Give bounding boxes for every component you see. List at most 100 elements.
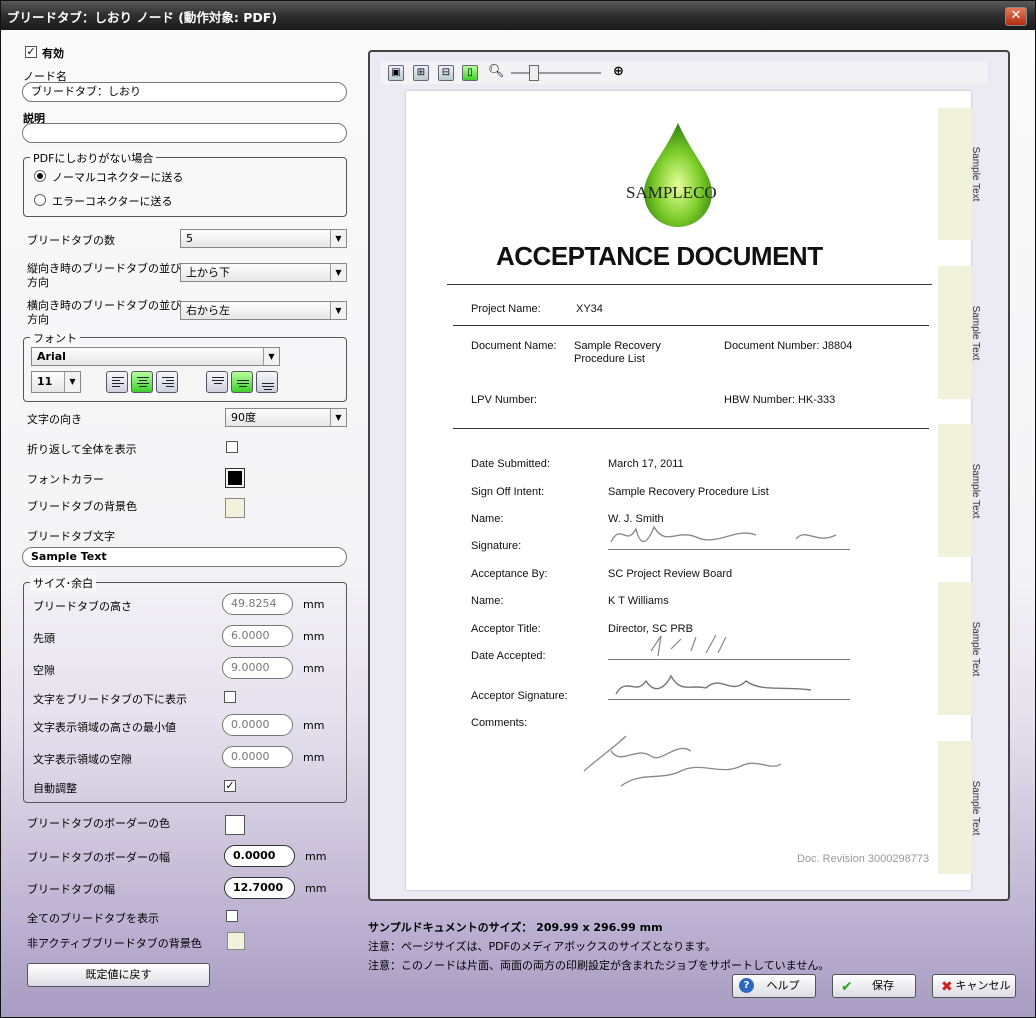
- zoom-in-icon[interactable]: ⊕: [613, 64, 624, 79]
- document-heading: ACCEPTANCE DOCUMENT: [496, 241, 823, 271]
- docname-value-2: Procedure List: [574, 353, 645, 365]
- text-gap-label: 文字表示領域の空隙: [33, 753, 132, 766]
- tab-width-label: ブリードタブの幅: [27, 883, 115, 896]
- min-height-input[interactable]: 0.0000: [222, 714, 293, 736]
- lead-input[interactable]: 6.0000: [222, 625, 293, 647]
- project-value: XY34: [576, 303, 603, 315]
- note-2: 注意：このノードは片面、両面の両方の印刷設定が含まれたジョブをサポートしていませ…: [368, 959, 830, 972]
- portrait-direction-select[interactable]: 上から下 ▼: [180, 263, 347, 282]
- inactive-bg-label: 非アクティブブリードタブの背景色: [27, 937, 202, 950]
- description-input[interactable]: [22, 123, 347, 143]
- actual-size-icon[interactable]: ▯: [462, 65, 478, 81]
- unit-label: mm: [303, 719, 325, 732]
- row-label: Date Submitted:: [471, 458, 550, 470]
- no-bookmark-group-title: PDFにしおりがない場合: [30, 150, 157, 166]
- signature-image: [610, 525, 837, 543]
- document-page: SAMPLECO ACCEPTANCE DOCUMENT Project Nam…: [406, 91, 971, 890]
- font-color-label: フォントカラー: [27, 473, 104, 486]
- date-handwriting-image: [650, 634, 727, 657]
- note-1: 注意：ページサイズは、PDFのメディアボックスのサイズとなります。: [368, 940, 717, 953]
- close-icon: ✖: [941, 979, 953, 995]
- fit-image-icon[interactable]: ▣: [388, 65, 404, 81]
- zoom-slider[interactable]: [511, 65, 601, 81]
- save-button[interactable]: ✔ 保存: [832, 974, 916, 998]
- align-left-icon[interactable]: [106, 371, 128, 393]
- sample-size-text: サンプルドキュメントのサイズ： 209.99 x 296.99 mm: [368, 921, 663, 934]
- preview-toolbar: ▣ ⊞ ⊟ ▯ 🔍︎ ⊕: [381, 62, 987, 84]
- text-gap-input[interactable]: 0.0000: [222, 746, 293, 768]
- reset-defaults-button[interactable]: 既定値に戻す: [27, 963, 210, 987]
- text-below-checkbox[interactable]: [224, 691, 236, 703]
- dialog-window: ブリードタブ：しおり ノード (動作対象: PDF) ✕ ✓ 有効 ノード名 ブ…: [0, 0, 1036, 1018]
- tab-width-input[interactable]: 12.7000: [224, 877, 295, 899]
- radio-error-connector[interactable]: [34, 194, 46, 206]
- docnum-label: Document Number: J8804: [724, 340, 853, 352]
- chevron-down-icon: ▼: [330, 302, 346, 319]
- row-label: Signature:: [471, 540, 522, 552]
- tab-height-label: ブリードタブの高さ: [33, 600, 132, 613]
- cancel-button[interactable]: ✖ キャンセル: [932, 974, 1016, 998]
- radio-normal-connector[interactable]: [34, 170, 46, 182]
- chevron-down-icon: ▼: [330, 230, 346, 247]
- landscape-direction-label-1: 横向き時のブリードタブの並び: [27, 299, 181, 312]
- text-direction-label: 文字の向き: [27, 413, 82, 426]
- unit-label: mm: [303, 630, 325, 643]
- gap-input[interactable]: 9.0000: [222, 657, 293, 679]
- zoom-out-icon[interactable]: 🔍︎: [488, 64, 505, 79]
- chevron-down-icon: ▼: [330, 264, 346, 281]
- unit-label: mm: [303, 751, 325, 764]
- font-size-select[interactable]: 11 ▼: [31, 371, 81, 393]
- divider: [453, 325, 929, 326]
- align-right-icon[interactable]: [156, 371, 178, 393]
- revision-text: Doc. Revision 3000298773: [797, 853, 930, 865]
- zoom-slider-handle[interactable]: [529, 65, 539, 81]
- row-label: Name:: [471, 595, 504, 607]
- row-label: Sign Off Intent:: [471, 486, 545, 498]
- unit-label: mm: [305, 850, 327, 863]
- tab-height-input[interactable]: 49.8254: [222, 593, 293, 615]
- border-color-swatch[interactable]: [225, 815, 245, 835]
- font-family-select[interactable]: Arial ▼: [31, 347, 280, 366]
- chevron-down-icon: ▼: [263, 348, 279, 365]
- font-color-swatch[interactable]: [225, 468, 245, 488]
- tab-bg-label: ブリードタブの背景色: [27, 500, 137, 513]
- close-icon[interactable]: ✕: [1005, 7, 1027, 26]
- bleed-tab-text: Sample Text: [969, 621, 981, 676]
- tab-bg-swatch[interactable]: [225, 498, 245, 518]
- chevron-down-icon: ▼: [64, 372, 80, 392]
- node-name-input[interactable]: ブリードタブ：しおり: [22, 82, 347, 102]
- landscape-direction-select[interactable]: 右から左 ▼: [180, 301, 347, 320]
- bleed-tab: Sample Text: [938, 108, 981, 240]
- align-bottom-icon[interactable]: [256, 371, 278, 393]
- tab-text-input[interactable]: Sample Text: [22, 547, 347, 567]
- text-direction-value: 90度: [231, 411, 256, 424]
- bleed-tab-text: Sample Text: [969, 305, 981, 360]
- text-direction-select[interactable]: 90度 ▼: [225, 408, 347, 427]
- fit-width-icon[interactable]: ⊟: [438, 65, 454, 81]
- border-width-input[interactable]: 0.0000: [224, 845, 295, 867]
- row-label: Acceptor Title:: [471, 623, 541, 635]
- align-center-icon[interactable]: [131, 371, 153, 393]
- fit-page-icon[interactable]: ⊞: [413, 65, 429, 81]
- enabled-checkbox[interactable]: ✓: [25, 46, 37, 58]
- portrait-direction-label-2: 方向: [27, 276, 49, 289]
- inactive-bg-swatch[interactable]: [227, 932, 245, 950]
- row-value: K T Williams: [608, 595, 669, 607]
- bleed-tab: Sample Text: [938, 424, 981, 557]
- tab-count-value: 5: [186, 232, 193, 245]
- text-below-label: 文字をブリードタブの下に表示: [33, 693, 187, 706]
- tab-count-select[interactable]: 5 ▼: [180, 229, 347, 248]
- chevron-down-icon: ▼: [330, 409, 346, 426]
- align-top-icon[interactable]: [206, 371, 228, 393]
- show-all-checkbox[interactable]: [226, 910, 238, 922]
- wrap-checkbox[interactable]: [226, 441, 238, 453]
- auto-adjust-checkbox[interactable]: ✓: [224, 780, 236, 792]
- bleed-tab: Sample Text: [938, 582, 981, 715]
- border-width-label: ブリードタブのボーダーの幅: [27, 851, 170, 864]
- lpv-label: LPV Number:: [471, 394, 538, 406]
- help-button[interactable]: ? ヘルプ: [732, 974, 816, 998]
- portrait-direction-value: 上から下: [186, 266, 230, 279]
- acceptor-signature-label: Acceptor Signature:: [471, 690, 568, 702]
- align-middle-icon[interactable]: [231, 371, 253, 393]
- font-size-value: 11: [37, 375, 53, 388]
